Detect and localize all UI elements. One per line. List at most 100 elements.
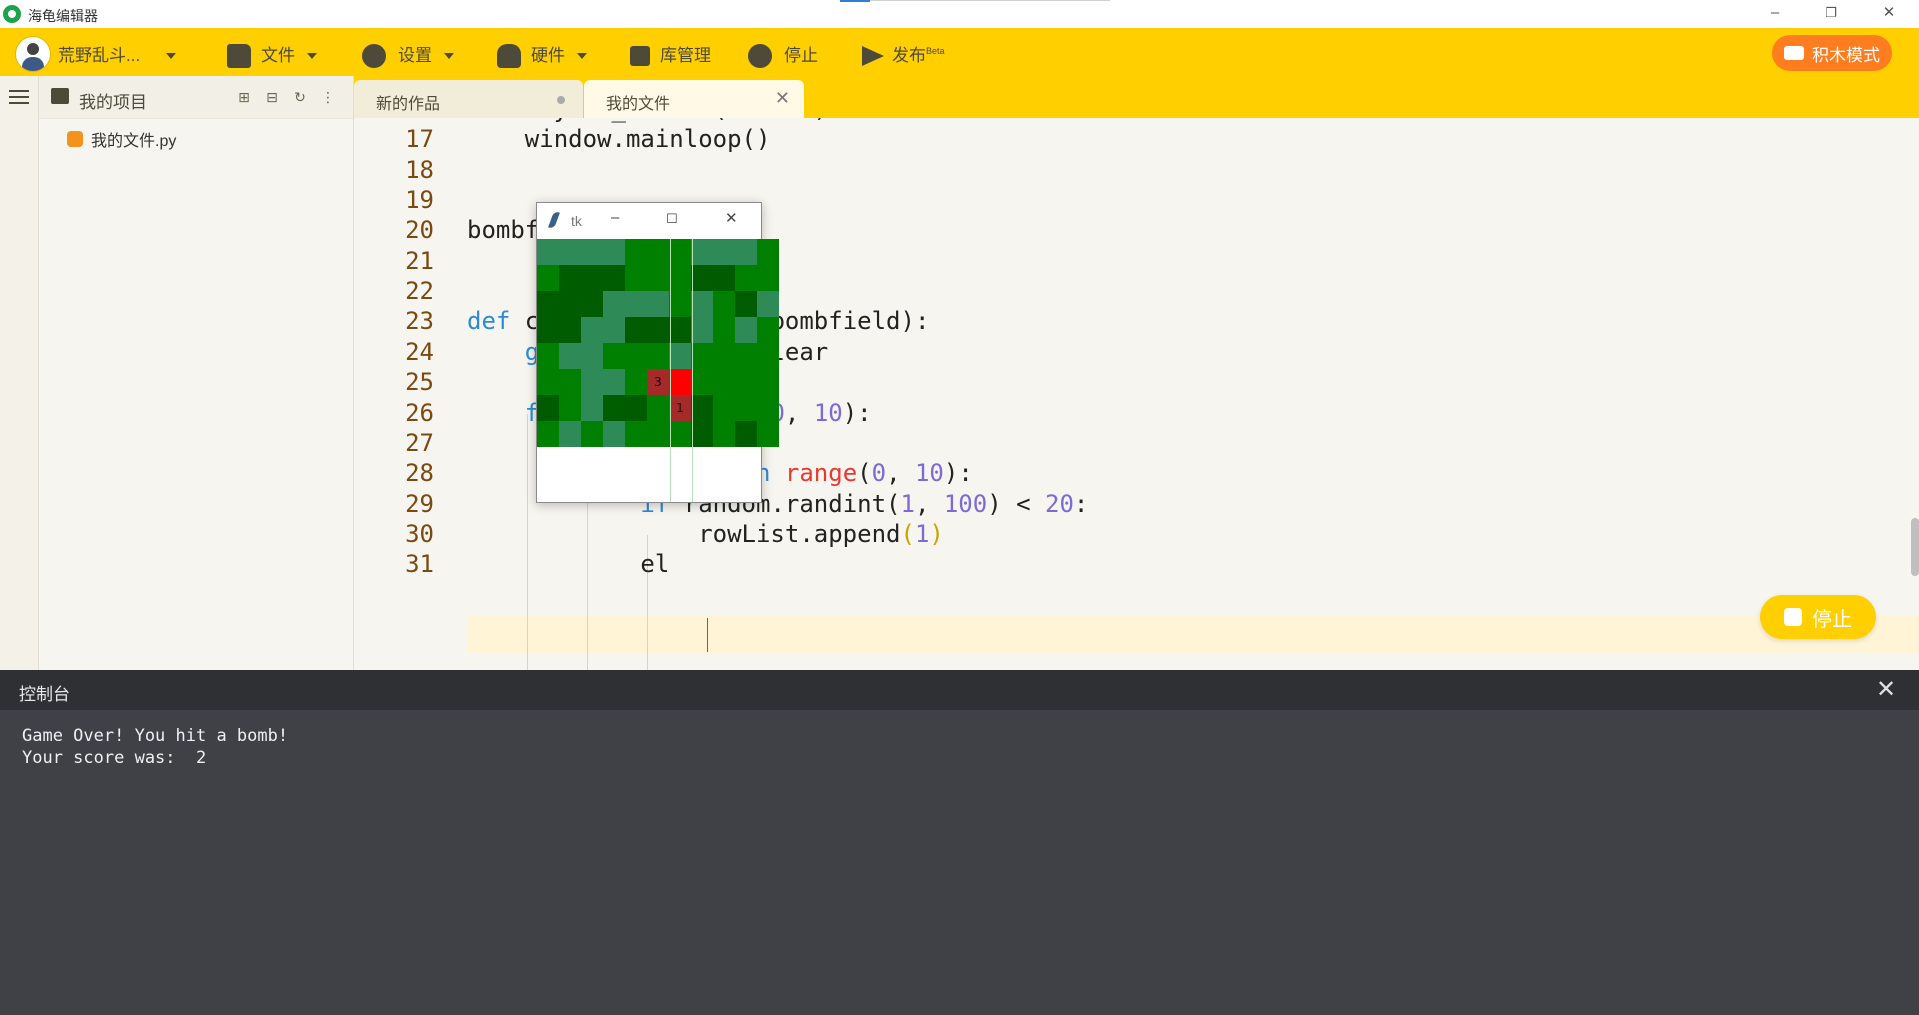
- grid-cell[interactable]: [581, 369, 603, 395]
- grid-cell[interactable]: [581, 291, 603, 317]
- grid-cell[interactable]: [537, 239, 559, 265]
- refresh-icon[interactable]: ↻: [292, 89, 308, 105]
- grid-cell[interactable]: [691, 395, 713, 421]
- tk-maximize-button[interactable]: ☐: [666, 211, 678, 227]
- grid-cell[interactable]: [691, 265, 713, 291]
- grid-cell[interactable]: [537, 395, 559, 421]
- menu-toggle-icon[interactable]: [9, 90, 29, 92]
- grid-cell[interactable]: [647, 291, 669, 317]
- grid-cell[interactable]: [625, 291, 647, 317]
- grid-cell[interactable]: [625, 369, 647, 395]
- grid-cell[interactable]: [735, 239, 757, 265]
- grid-cell[interactable]: [625, 395, 647, 421]
- grid-cell[interactable]: [581, 343, 603, 369]
- grid-cell[interactable]: [713, 265, 735, 291]
- grid-cell[interactable]: [735, 291, 757, 317]
- grid-cell[interactable]: [757, 317, 779, 343]
- grid-cell[interactable]: [537, 421, 559, 447]
- grid-cell[interactable]: [713, 369, 735, 395]
- grid-cell[interactable]: [581, 265, 603, 291]
- grid-cell[interactable]: [713, 239, 735, 265]
- grid-cell[interactable]: [581, 395, 603, 421]
- grid-cell[interactable]: [559, 395, 581, 421]
- grid-cell[interactable]: [757, 395, 779, 421]
- grid-cell[interactable]: [559, 317, 581, 343]
- grid-cell[interactable]: [581, 239, 603, 265]
- grid-cell[interactable]: [757, 421, 779, 447]
- close-tab-icon[interactable]: ✕: [775, 88, 790, 109]
- tk-game-window[interactable]: tk – ☐ ✕ 31: [536, 202, 779, 503]
- floating-stop-button[interactable]: 停止: [1760, 595, 1876, 639]
- grid-cell[interactable]: [669, 291, 691, 317]
- grid-cell[interactable]: [757, 265, 779, 291]
- grid-cell[interactable]: [625, 239, 647, 265]
- stop-button[interactable]: 停止: [748, 42, 818, 70]
- grid-cell[interactable]: [669, 317, 691, 343]
- grid-cell[interactable]: [559, 421, 581, 447]
- grid-cell[interactable]: [559, 369, 581, 395]
- new-folder-icon[interactable]: ⊟: [264, 89, 280, 105]
- minimize-button[interactable]: –: [1752, 0, 1798, 28]
- grid-cell[interactable]: [691, 317, 713, 343]
- grid-cell[interactable]: [625, 421, 647, 447]
- grid-cell[interactable]: [537, 343, 559, 369]
- grid-cell[interactable]: [581, 421, 603, 447]
- grid-cell[interactable]: [625, 343, 647, 369]
- grid-cell[interactable]: [559, 343, 581, 369]
- tab-my-file[interactable]: 我的文件 ✕: [584, 80, 804, 118]
- grid-cell[interactable]: [713, 395, 735, 421]
- grid-cell[interactable]: [537, 291, 559, 317]
- grid-cell[interactable]: [537, 265, 559, 291]
- grid-cell[interactable]: [713, 317, 735, 343]
- grid-cell[interactable]: [603, 265, 625, 291]
- grid-cell[interactable]: [757, 291, 779, 317]
- grid-cell[interactable]: [735, 421, 757, 447]
- grid-cell[interactable]: [603, 239, 625, 265]
- grid-cell[interactable]: [647, 395, 669, 421]
- grid-cell[interactable]: [647, 239, 669, 265]
- file-menu[interactable]: 文件: [227, 42, 317, 70]
- grid-cell[interactable]: [713, 421, 735, 447]
- grid-cell[interactable]: [647, 343, 669, 369]
- grid-cell[interactable]: [559, 239, 581, 265]
- tab-new-work[interactable]: 新的作品: [354, 80, 583, 118]
- grid-cell[interactable]: [625, 317, 647, 343]
- file-tree-item[interactable]: 我的文件.py: [67, 126, 176, 152]
- grid-cell[interactable]: [669, 343, 691, 369]
- grid-cell[interactable]: [669, 265, 691, 291]
- grid-cell[interactable]: [537, 317, 559, 343]
- grid-cell[interactable]: [625, 265, 647, 291]
- avatar[interactable]: [15, 36, 51, 72]
- tk-close-button[interactable]: ✕: [725, 209, 738, 227]
- console-close-icon[interactable]: ✕: [1876, 675, 1896, 704]
- grid-cell[interactable]: [691, 369, 713, 395]
- grid-cell[interactable]: [647, 317, 669, 343]
- more-icon[interactable]: ⋮: [320, 89, 336, 105]
- grid-cell[interactable]: [537, 369, 559, 395]
- grid-cell[interactable]: [735, 343, 757, 369]
- grid-cell[interactable]: [603, 317, 625, 343]
- grid-cell[interactable]: [757, 369, 779, 395]
- grid-cell[interactable]: [559, 291, 581, 317]
- restore-button[interactable]: ❐: [1808, 0, 1854, 28]
- tk-minimize-button[interactable]: –: [611, 209, 619, 226]
- grid-cell[interactable]: [603, 369, 625, 395]
- grid-cell[interactable]: [691, 343, 713, 369]
- grid-cell[interactable]: [735, 395, 757, 421]
- grid-cell[interactable]: [647, 265, 669, 291]
- editor-scrollbar[interactable]: [1911, 518, 1919, 576]
- grid-cell[interactable]: [713, 291, 735, 317]
- grid-cell[interactable]: [669, 239, 691, 265]
- grid-cell[interactable]: [603, 421, 625, 447]
- close-button[interactable]: ✕: [1866, 0, 1912, 28]
- settings-menu[interactable]: 设置: [362, 42, 454, 70]
- grid-cell[interactable]: [713, 343, 735, 369]
- grid-cell[interactable]: [669, 369, 691, 395]
- grid-cell[interactable]: [581, 317, 603, 343]
- grid-cell[interactable]: [735, 369, 757, 395]
- library-button[interactable]: 库管理: [630, 42, 711, 70]
- grid-cell[interactable]: [669, 421, 691, 447]
- grid-cell[interactable]: [757, 343, 779, 369]
- grid-cell[interactable]: [603, 291, 625, 317]
- grid-cell[interactable]: [603, 343, 625, 369]
